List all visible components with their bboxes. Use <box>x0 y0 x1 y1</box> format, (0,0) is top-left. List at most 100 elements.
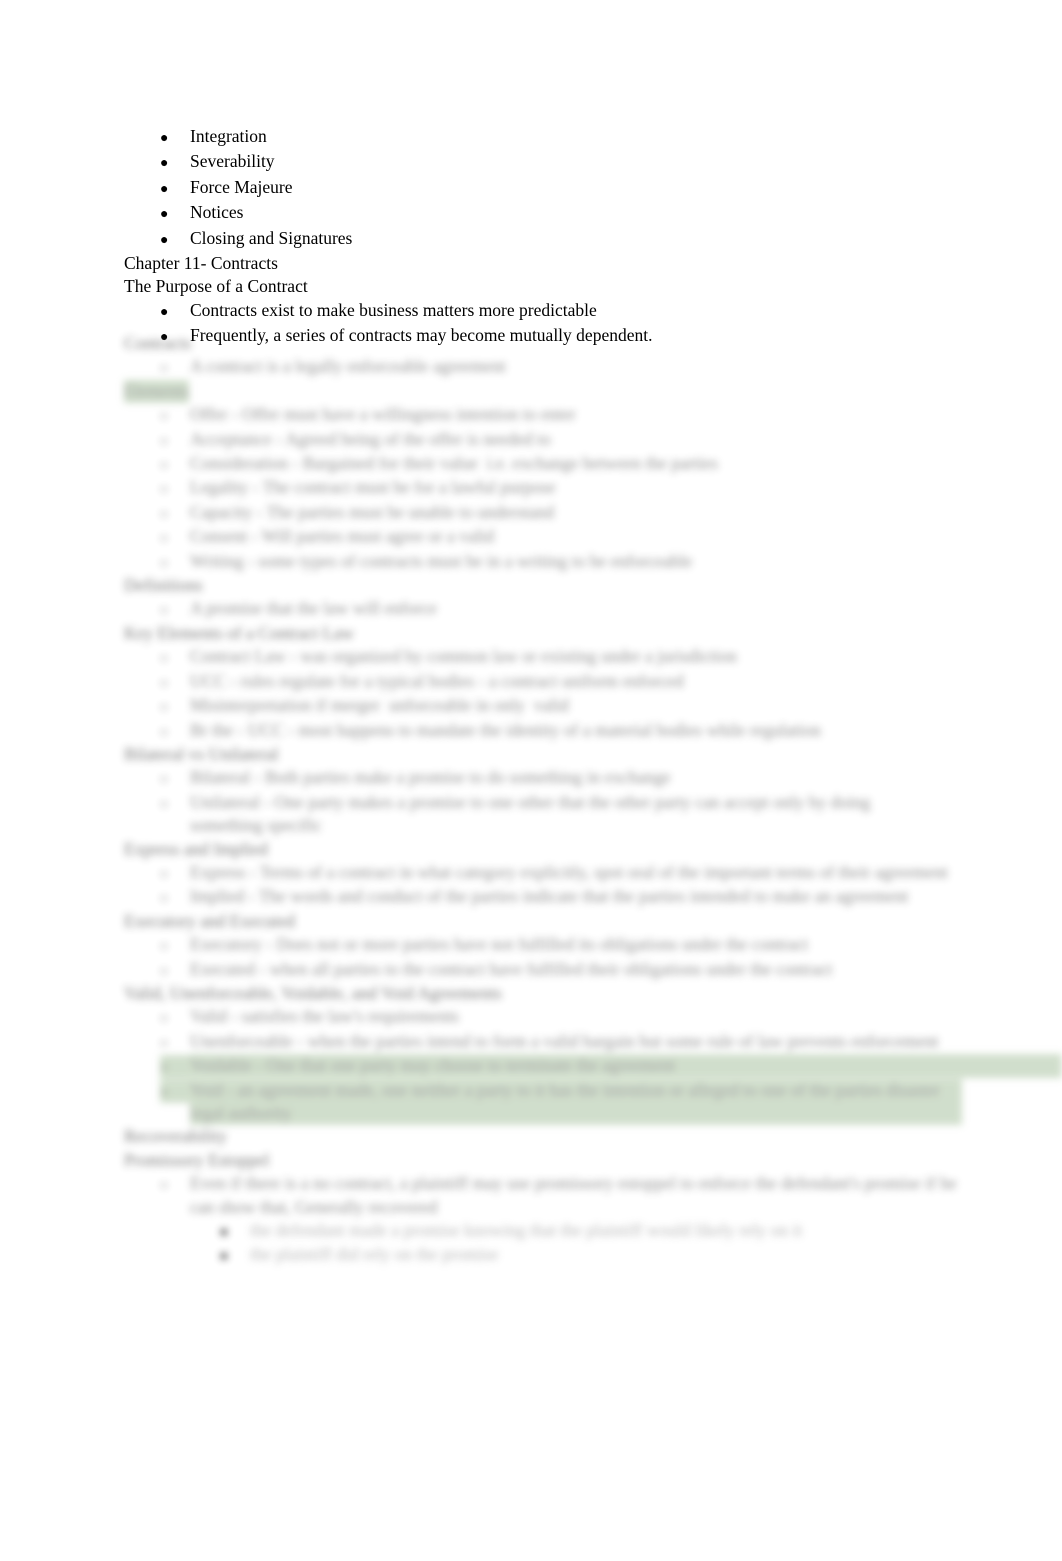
bullet-icon: ○ <box>160 530 168 546</box>
bullet-icon: ○ <box>160 481 168 497</box>
blurred-list-item: ○ Writing - some types of contracts must… <box>0 550 1062 574</box>
blurred-list-item: ○ Executed - when all parties to the con… <box>0 958 1062 982</box>
bullet-icon: ● <box>160 207 169 223</box>
blurred-list-item: ○ Implied - The words and conduct of the… <box>0 885 1062 909</box>
blurred-list-item: ○ Offer - Offer must have a willingness … <box>0 403 1062 427</box>
bullet-icon: ○ <box>160 1010 168 1026</box>
list-item: ● Closing and Signatures <box>0 227 1062 252</box>
bullet-icon: ○ <box>160 795 168 811</box>
blurred-list-item: ○ Br the - UCC - most happens to mandate… <box>0 719 1062 743</box>
blurred-list-item-label: Offer - Offer must have a willingness in… <box>190 404 576 425</box>
blurred-list-item-label: Acceptance - Agreed being of the offer i… <box>190 428 551 449</box>
document-clear-content: ● Integration ● Severability ● Force Maj… <box>0 125 1062 350</box>
list-item: ● Force Majeure <box>0 176 1062 201</box>
blurred-heading-highlighted: Elements <box>0 379 1062 404</box>
bullet-icon: ○ <box>160 360 168 376</box>
blurred-list-item: ○ Unilateral - One party makes a promise… <box>0 791 1062 838</box>
blurred-heading: Contracts <box>124 333 192 353</box>
document-page: ● Integration ● Severability ● Force Maj… <box>0 0 1062 1561</box>
blurred-list-item-label: Br the - UCC - most happens to mandate t… <box>190 719 821 740</box>
list-item-label: Severability <box>190 151 275 172</box>
bullet-icon: ● <box>160 232 169 248</box>
blurred-list-item: ○ A contract is a legally enforceable ag… <box>0 355 1062 379</box>
bullet-icon: ○ <box>160 771 168 787</box>
list-item-label: Integration <box>190 126 267 146</box>
list-item: ● Notices <box>0 201 1062 226</box>
bullet-icon: ○ <box>160 554 168 570</box>
blurred-list-item-label: Express - Terms of a contract in what ca… <box>190 861 948 882</box>
blurred-list-item-label: Misinterpretation if merger unforceable … <box>190 695 569 716</box>
blurred-list-item-label: Capacity - The parties must be unable to… <box>190 501 555 522</box>
highlight-span: Void - an agreement made, one neither a … <box>190 1078 962 1126</box>
blurred-list-item-label: A contract is a legally enforceable agre… <box>190 356 506 377</box>
bullet-icon: ○ <box>160 723 168 739</box>
bullet-icon: ○ <box>160 1079 190 1103</box>
blurred-list-item-label: Implied - The words and conduct of the p… <box>190 886 909 907</box>
blurred-list-item-label: A promise that the law will enforce <box>190 598 437 619</box>
bullet-icon: ○ <box>160 505 168 521</box>
bullet-icon: ● <box>160 131 169 146</box>
blurred-list-item: ○ Consent - Will parties must agree or a… <box>0 525 1062 549</box>
blurred-heading: Recoverability <box>124 1126 228 1147</box>
bullet-icon: ● <box>160 304 169 320</box>
bullet-icon: ○ <box>160 408 168 424</box>
bullet-icon: ■ <box>220 1224 228 1240</box>
blurred-list-item: ○ Misinterpretation if merger unforceabl… <box>0 694 1062 718</box>
blurred-list-item-label: Executed - when all parties to the contr… <box>190 958 833 979</box>
bullet-icon: ○ <box>160 699 168 715</box>
bullet-icon: ● <box>160 156 169 172</box>
section-heading: The Purpose of a Contract <box>124 276 308 297</box>
highlight-span: Voidable - One that one party may choose… <box>190 1054 1062 1078</box>
list-item: ● Severability <box>0 150 1062 175</box>
blurred-list-item: ○ Capacity - The parties must be unable … <box>0 501 1062 525</box>
chapter-heading: Chapter 11- Contracts <box>124 253 278 274</box>
blurred-list-item-label: Executory - Does not or more parties hav… <box>190 934 809 955</box>
blurred-list-item-label: UCC - rules regulate for a typical bodie… <box>190 670 684 691</box>
blurred-heading: Valid, Unenforceable, Voidable, and Void… <box>124 982 502 1003</box>
blurred-list-item-label: Legality - The contract must be for a la… <box>190 477 556 498</box>
list-item: ● Contracts exist to make business matte… <box>0 299 1062 324</box>
blurred-sub-list-item-label: the plaintiff did rely on the promise <box>250 1244 499 1265</box>
blurred-sub-list-item: ■ the plaintiff did rely on the promise <box>0 1243 1062 1267</box>
blurred-list-item: ○ Contract Law - was organized by common… <box>0 645 1062 669</box>
blurred-list-item: ○ UCC - rules regulate for a typical bod… <box>0 670 1062 694</box>
blurred-list-item: ○ Legality - The contract must be for a … <box>0 476 1062 500</box>
blurred-list-item-label: Unilateral - One party makes a promise t… <box>190 791 871 836</box>
bullet-icon: ○ <box>160 457 168 473</box>
bullet-icon: ○ <box>160 1034 168 1050</box>
blurred-sub-list-item: ■ the defendant made a promise knowing t… <box>0 1219 1062 1243</box>
bullet-icon: ○ <box>160 890 168 906</box>
blurred-heading: Bilateral vs Unilateral <box>124 743 279 764</box>
blurred-list-item: ○ Acceptance - Agreed being of the offer… <box>0 428 1062 452</box>
blurred-list-item: ○ A promise that the law will enforce <box>0 597 1062 621</box>
blurred-list-item: ○ Consideration - Bargained for their va… <box>0 452 1062 476</box>
blurred-list-item: ○ Executory - Does not or more parties h… <box>0 933 1062 957</box>
bullet-icon: ■ <box>220 1248 228 1264</box>
blurred-list-item-label: Consent - Will parties must agree or a v… <box>190 526 495 547</box>
bullet-icon: ○ <box>160 1177 168 1193</box>
blurred-list-item-label: Even if there is a no contract, a plaint… <box>190 1173 957 1217</box>
bullet-icon: ○ <box>160 602 168 618</box>
list-item-label: Force Majeure <box>190 176 293 197</box>
bullet-icon: ○ <box>160 432 168 448</box>
blurred-list-item: ○ Even if there is a no contract, a plai… <box>0 1172 1062 1219</box>
blurred-list-item-highlighted: ○ Void - an agreement made, one neither … <box>0 1078 1062 1126</box>
bullet-icon: ○ <box>160 938 168 954</box>
blurred-heading: Definitions <box>124 575 203 596</box>
list-item: ● Integration <box>0 125 1062 150</box>
bullet-icon: ○ <box>160 650 168 666</box>
blurred-list-item-label: Valid - satisfies the law's requirements <box>190 1006 459 1027</box>
blurred-list-item-label: Bilateral - Both parties make a promise … <box>190 767 671 788</box>
list-item-label: Notices <box>190 202 244 223</box>
blurred-heading: Promissory Estoppel <box>124 1149 270 1170</box>
blurred-heading: Express and Implied <box>124 838 268 859</box>
list-item-label: Contracts exist to make business matters… <box>190 299 597 320</box>
blurred-list-item-label: Writing - some types of contracts must b… <box>190 550 693 571</box>
blurred-list-item-highlighted: ○ Voidable - One that one party may choo… <box>0 1054 1062 1079</box>
bullet-icon: ○ <box>160 865 168 881</box>
blurred-sub-list-item-label: the defendant made a promise knowing tha… <box>250 1220 803 1241</box>
bullet-icon: ● <box>160 181 169 197</box>
blurred-list-item-label: Unenforceable - when the parties intend … <box>190 1030 939 1051</box>
blurred-heading: Executory and Executed <box>124 910 296 931</box>
list-item-label: Closing and Signatures <box>190 227 353 248</box>
